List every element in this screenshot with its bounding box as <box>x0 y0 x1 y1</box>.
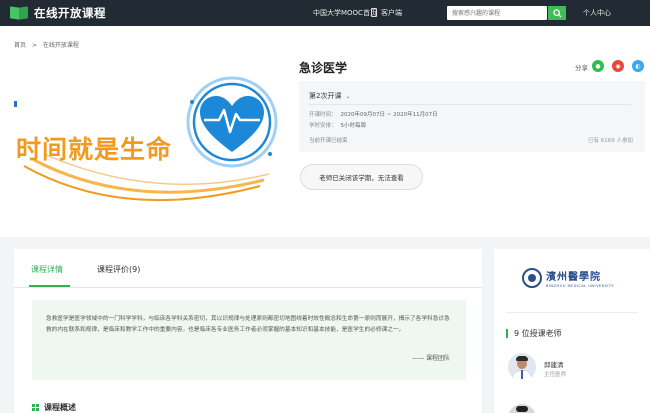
mooc-home-link[interactable]: 中国大学MOOC首页 <box>313 8 377 18</box>
grid-icon <box>32 404 39 411</box>
accent-bar <box>506 329 508 338</box>
course-detail-card: 课程详情 课程评价(9) 急救医学是医学领域中的一门科学学科，与临床各学科关系密… <box>14 249 482 413</box>
teacher-count: 9 位授课老师 <box>506 328 562 339</box>
divider <box>309 104 631 105</box>
search-icon <box>552 8 562 18</box>
term-label: 第2次开课 <box>309 92 342 100</box>
overview-title: 课程概述 <box>44 403 76 412</box>
top-nav: 在线开放课程 中国大学MOOC首页 客户端 个人中心 <box>0 0 650 26</box>
tab-divider <box>14 287 482 288</box>
profile-link[interactable]: 个人中心 <box>583 8 611 18</box>
site-logo[interactable]: 在线开放课程 <box>10 5 106 21</box>
course-quote: 急救医学是医学领域中的一门科学学科，与临床各学科关系密切，其以识规律与处理原则都… <box>32 300 466 380</box>
course-title: 急诊医学 <box>299 61 348 75</box>
quote-text: 急救医学是医学领域中的一门科学学科，与临床各学科关系密切，其以识规律与处理原则都… <box>46 316 450 333</box>
schedule-label: 学时安排： <box>309 123 337 129</box>
teacher-name[interactable]: 邱建清 <box>544 359 564 369</box>
cover-slogan: 时间就是生命 <box>16 135 173 164</box>
university-logo[interactable]: 濱州醫學院 BINZHOU MEDICAL UNIVERSITY <box>522 268 614 288</box>
breadcrumb-home[interactable]: 首页 <box>14 42 26 49</box>
tab-course-reviews[interactable]: 课程评价(9) <box>97 264 140 275</box>
tab-course-details[interactable]: 课程详情 <box>31 264 63 275</box>
teacher-avatar[interactable] <box>508 404 536 413</box>
university-name-en: BINZHOU MEDICAL UNIVERSITY <box>546 284 615 288</box>
time-label: 开课时间： <box>309 112 337 118</box>
chevron-down-icon: ⌄ <box>345 92 351 100</box>
term-select[interactable]: 第2次开课 ⌄ <box>309 91 351 101</box>
overview-heading: 课程概述 <box>32 402 76 413</box>
search-input[interactable] <box>447 6 547 20</box>
phone-icon <box>371 8 377 17</box>
course-time: 开课时间： 2020年09月07日 ~ 2020年11月07日 <box>309 110 438 118</box>
term-info-panel: 第2次开课 ⌄ 开课时间： 2020年09月07日 ~ 2020年11月07日 学… <box>299 81 645 152</box>
breadcrumb: 首页 > 在线开放课程 <box>14 40 83 49</box>
wechat-share-icon[interactable]: ● <box>592 60 604 72</box>
teacher-title: 主任医师 <box>544 372 567 378</box>
university-card: 濱州醫學院 BINZHOU MEDICAL UNIVERSITY 9 位授课老师… <box>494 249 650 413</box>
schedule-value: 5小时每周 <box>340 123 367 129</box>
share-label: 分享 <box>575 64 588 72</box>
course-status: 当前开课已结束 <box>309 138 348 144</box>
course-schedule: 学时安排： 5小时每周 <box>309 121 366 129</box>
teacher-avatar[interactable] <box>508 353 536 381</box>
university-name-cn: 濱州醫學院 <box>546 272 601 283</box>
closed-term-button[interactable]: 老师已关闭该学期，无法查看 <box>300 164 423 190</box>
teacher-count-text: 9 位授课老师 <box>514 329 562 338</box>
weibo-share-icon[interactable]: ◉ <box>612 60 624 72</box>
time-value: 2020年09月07日 ~ 2020年11月07日 <box>340 112 438 118</box>
qq-share-icon[interactable]: ◐ <box>632 60 644 72</box>
course-header: 首页 > 在线开放课程 时间就是生命 急诊医学 分享 ● ◉ ◐ 第2次开课 ⌄… <box>0 26 650 237</box>
breadcrumb-separator: > <box>31 42 37 49</box>
enrolled-count: 已有 6169 人参加 <box>588 138 633 144</box>
logo-text: 在线开放课程 <box>34 6 106 20</box>
book-icon <box>10 6 28 20</box>
client-link[interactable]: 客户端 <box>381 8 402 18</box>
divider <box>506 312 638 313</box>
university-emblem-icon <box>522 268 542 288</box>
search-button[interactable] <box>548 6 566 20</box>
breadcrumb-current[interactable]: 在线开放课程 <box>43 42 79 49</box>
quote-signature: —— 课程团队 <box>412 355 450 362</box>
search-box <box>447 6 547 20</box>
course-cover-image: 时间就是生命 <box>14 62 278 214</box>
